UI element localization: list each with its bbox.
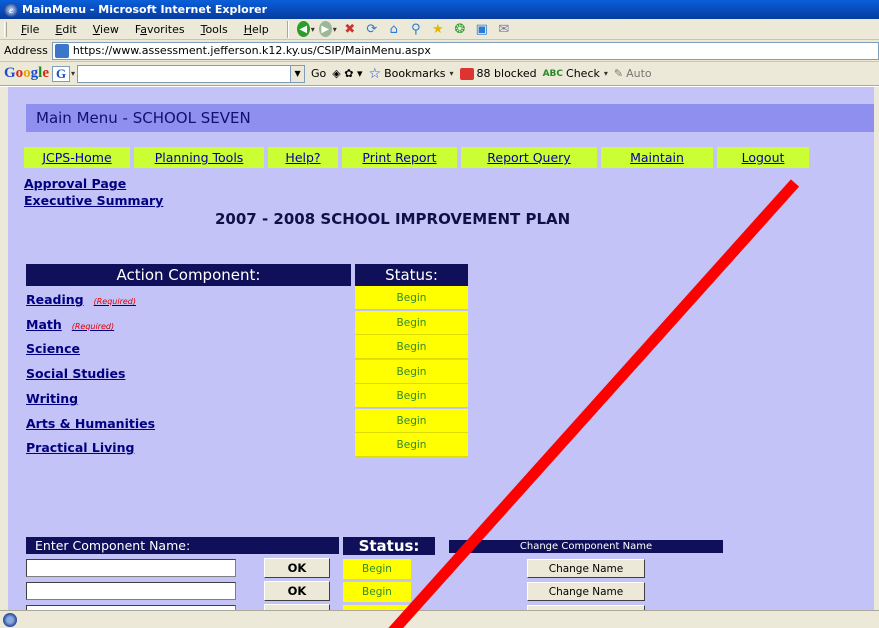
component-social-studies-link[interactable]: Social Studies bbox=[26, 366, 125, 381]
component-name-input[interactable] bbox=[26, 582, 236, 600]
required-label: (Required) bbox=[93, 297, 137, 306]
back-icon[interactable]: ◀ ▾ bbox=[296, 20, 315, 38]
status-custom-1: Begin bbox=[343, 559, 411, 579]
nav-help[interactable]: Help? bbox=[268, 147, 338, 168]
status-arts-humanities: Begin bbox=[355, 409, 468, 433]
action-component-header: Action Component: bbox=[26, 264, 351, 286]
status-custom-2: Begin bbox=[343, 582, 411, 602]
status-writing: Begin bbox=[355, 384, 468, 408]
google-logo: Google bbox=[4, 65, 50, 81]
autofill-button[interactable]: ✎ Auto bbox=[614, 67, 652, 80]
toolbar-grip[interactable] bbox=[4, 21, 7, 37]
nav-bar: JCPS-Home Planning Tools Help? Print Rep… bbox=[24, 147, 813, 168]
status-bar bbox=[0, 610, 879, 628]
status-science: Begin bbox=[355, 335, 468, 359]
menu-tools[interactable]: Tools bbox=[193, 23, 236, 36]
star-icon: ☆ bbox=[368, 65, 382, 82]
history-icon[interactable]: ▣ bbox=[473, 20, 491, 38]
menu-view[interactable]: View bbox=[85, 23, 127, 36]
page-content: Main Menu - SCHOOL SEVEN JCPS-Home Plann… bbox=[0, 87, 879, 610]
menu-bar: File Edit View Favorites Tools Help ◀ ▾ ▶… bbox=[0, 19, 879, 40]
forward-icon[interactable]: ▶ ▾ bbox=[318, 20, 337, 38]
ie-page-icon bbox=[3, 612, 17, 627]
enter-component-header: Enter Component Name: bbox=[26, 537, 339, 554]
spellcheck-icon: ABC bbox=[542, 68, 564, 79]
mail-icon[interactable]: ✉ bbox=[495, 20, 513, 38]
address-bar: Address https://www.assessment.jefferson… bbox=[0, 40, 879, 62]
status-header: Status: bbox=[355, 264, 468, 286]
page-icon bbox=[54, 43, 69, 58]
nav-logout[interactable]: Logout bbox=[717, 147, 809, 168]
approval-page-link[interactable]: Approval Page bbox=[24, 176, 126, 191]
page-title: Main Menu - SCHOOL SEVEN bbox=[36, 109, 251, 127]
executive-summary-link[interactable]: Executive Summary bbox=[24, 193, 163, 208]
component-name-input[interactable] bbox=[26, 559, 236, 577]
status-reading: Begin bbox=[355, 286, 468, 310]
nav-report-query[interactable]: Report Query bbox=[461, 147, 597, 168]
status2-header: Status: bbox=[343, 537, 435, 555]
address-label: Address bbox=[4, 44, 48, 57]
menu-help[interactable]: Help bbox=[236, 23, 277, 36]
change-component-header: Change Component Name bbox=[449, 540, 723, 553]
status-social-studies: Begin bbox=[355, 360, 468, 384]
address-url: https://www.assessment.jefferson.k12.ky.… bbox=[72, 44, 431, 57]
change-name-button[interactable]: Change Name bbox=[527, 559, 645, 578]
component-writing-link[interactable]: Writing bbox=[26, 391, 78, 406]
component-reading-link[interactable]: Reading (Required) bbox=[26, 292, 136, 307]
component-practical-living-link[interactable]: Practical Living bbox=[26, 440, 134, 455]
nav-print-report[interactable]: Print Report bbox=[342, 147, 457, 168]
status-math: Begin bbox=[355, 311, 468, 335]
spell-check-button[interactable]: ABC Check ▾ bbox=[543, 67, 608, 80]
page-header: Main Menu - SCHOOL SEVEN bbox=[26, 104, 874, 132]
component-arts-humanities-link[interactable]: Arts & Humanities bbox=[26, 416, 155, 431]
menu-file[interactable]: File bbox=[13, 23, 47, 36]
component-science-link[interactable]: Science bbox=[26, 341, 80, 356]
google-search-input[interactable]: ▼ bbox=[77, 64, 306, 83]
favorites-star-icon[interactable]: ★ bbox=[429, 20, 447, 38]
popup-blocker-button[interactable]: 88 blocked bbox=[459, 67, 537, 80]
stop-icon[interactable]: ✖ bbox=[341, 20, 359, 38]
nav-planning-tools[interactable]: Planning Tools bbox=[134, 147, 264, 168]
address-input[interactable]: https://www.assessment.jefferson.k12.ky.… bbox=[51, 41, 879, 60]
nav-jcps-home[interactable]: JCPS-Home bbox=[24, 147, 130, 168]
google-menu-icon[interactable]: G bbox=[52, 65, 71, 82]
autofill-icon: ✎ bbox=[613, 67, 624, 80]
search-icon[interactable]: ⚲ bbox=[407, 20, 425, 38]
plan-title: 2007 - 2008 SCHOOL IMPROVEMENT PLAN bbox=[215, 210, 571, 228]
window-titlebar: e MainMenu - Microsoft Internet Explorer bbox=[0, 0, 879, 19]
change-name-button[interactable]: Change Name bbox=[527, 582, 645, 601]
ok-button[interactable]: OK bbox=[264, 581, 330, 601]
ok-button[interactable]: OK bbox=[264, 558, 330, 578]
media-icon[interactable]: ❂ bbox=[451, 20, 469, 38]
google-go-button[interactable]: Go bbox=[311, 67, 326, 80]
toolbar-separator bbox=[286, 20, 289, 38]
component-math-link[interactable]: Math (Required) bbox=[26, 317, 114, 332]
status-practical-living: Begin bbox=[355, 433, 468, 457]
menu-edit[interactable]: Edit bbox=[47, 23, 84, 36]
popup-blocked-icon bbox=[459, 67, 474, 80]
window-title: MainMenu - Microsoft Internet Explorer bbox=[22, 3, 268, 16]
ie-logo-icon: e bbox=[4, 2, 18, 17]
refresh-icon[interactable]: ⟳ bbox=[363, 20, 381, 38]
bookmarks-button[interactable]: ☆ Bookmarks ▾ bbox=[369, 66, 454, 82]
google-toolbar: Google G ▾ ▼ Go ◈ ✿ ▾ ☆ Bookmarks ▾ 88 bloc… bbox=[0, 62, 879, 86]
required-label: (Required) bbox=[71, 322, 115, 331]
menu-favorites[interactable]: Favorites bbox=[127, 23, 193, 36]
nav-maintain[interactable]: Maintain bbox=[601, 147, 713, 168]
google-search-dropdown-icon[interactable]: ▼ bbox=[290, 65, 305, 82]
google-extra-icons[interactable]: ◈ ✿ ▾ bbox=[332, 67, 362, 80]
home-icon[interactable]: ⌂ bbox=[385, 20, 403, 38]
